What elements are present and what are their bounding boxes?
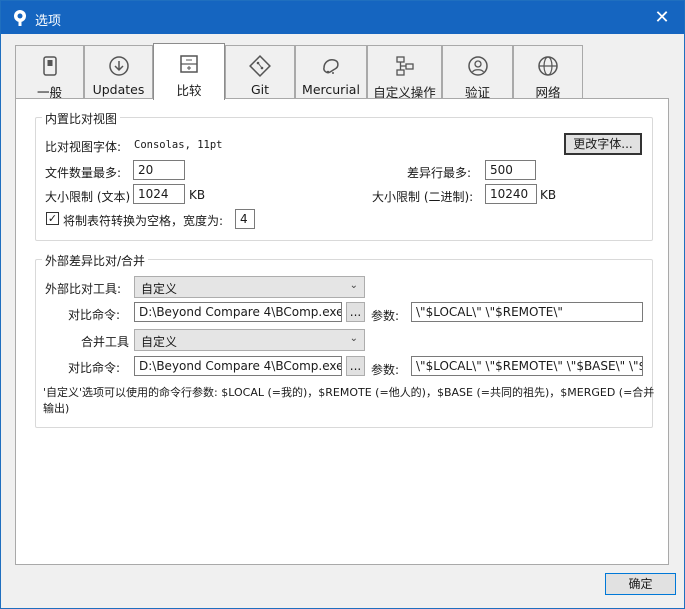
size-limit-binary-input[interactable]: 10240 (485, 184, 537, 204)
options-window: 选项 ✕ 一般 Updates 比较 Git Mercurial 自定义操作 验… (0, 0, 685, 609)
window-title: 选项 (35, 14, 62, 29)
tab-network[interactable]: 网络 (513, 45, 583, 100)
builtin-compare-group: 内置比对视图 比对视图字体: Consolas, 11pt 更改字体... 文件… (35, 110, 653, 241)
tab-convert-checkbox[interactable]: ✓ (46, 212, 59, 225)
merge-command-label: 对比命令: (68, 361, 121, 375)
diff-command-browse-button[interactable]: ... (346, 302, 365, 322)
size-limit-binary-label: 大小限制 (二进制): (372, 190, 474, 204)
title-bar: 选项 ✕ (1, 1, 684, 34)
git-icon (249, 55, 271, 77)
diff-args-input[interactable]: \"$LOCAL\" \"$REMOTE\" (411, 302, 643, 322)
size-limit-text-input[interactable]: 1024 (133, 184, 185, 204)
close-icon: ✕ (654, 7, 670, 28)
tab-compare[interactable]: 比较 (153, 43, 225, 100)
external-diff-group: 外部差异比对/合并 外部比对工具: 自定义 ⌄ 对比命令: D:\Beyond … (35, 252, 655, 428)
merge-args-input[interactable]: \"$LOCAL\" \"$REMOTE\" \"$BASE\" \"$ (411, 356, 643, 376)
tab-compare-label: 比较 (176, 83, 202, 98)
tab-auth[interactable]: 验证 (442, 45, 513, 100)
chevron-down-icon: ⌄ (349, 280, 358, 291)
diff-tool-label: 外部比对工具: (45, 282, 122, 296)
diff-command-label: 对比命令: (68, 308, 121, 322)
merge-tool-select[interactable]: 自定义 ⌄ (134, 329, 365, 351)
globe-icon (538, 56, 558, 76)
flow-icon (395, 56, 414, 76)
checkmark-icon: ✓ (47, 212, 58, 225)
merge-command-input[interactable]: D:\Beyond Compare 4\BComp.exe (134, 356, 342, 376)
tab-convert-label: 将制表符转换为空格，宽度为: (63, 214, 224, 228)
help-text-line2: 输出) (43, 402, 70, 415)
tab-width-input[interactable]: 4 (235, 209, 255, 229)
external-group-title: 外部差异比对/合并 (42, 252, 149, 269)
max-diff-lines-input[interactable]: 500 (485, 160, 536, 180)
merge-tool-label: 合并工具 (81, 335, 130, 349)
merge-command-browse-button[interactable]: ... (346, 356, 365, 376)
tab-git-label: Git (250, 82, 270, 97)
max-files-label: 文件数量最多: (45, 166, 122, 180)
size-limit-binary-unit: KB (540, 188, 557, 202)
max-diff-lines-label: 差异行最多: (407, 166, 472, 180)
tab-git[interactable]: Git (225, 45, 295, 99)
diff-tool-value: 自定义 (141, 282, 178, 296)
download-icon (108, 56, 129, 76)
diff-args-label: 参数: (371, 309, 400, 323)
builtin-group-title: 内置比对视图 (42, 110, 121, 127)
switch-icon (42, 56, 57, 76)
tab-mercurial[interactable]: Mercurial (295, 45, 367, 99)
tab-mercurial-label: Mercurial (302, 82, 360, 97)
compare-icon (180, 55, 198, 73)
chevron-down-icon: ⌄ (349, 333, 358, 344)
tab-custom-actions[interactable]: 自定义操作 (367, 45, 442, 100)
change-font-button[interactable]: 更改字体... (564, 133, 642, 155)
compare-settings-panel: 内置比对视图 比对视图字体: Consolas, 11pt 更改字体... 文件… (15, 98, 669, 565)
font-value: Consolas, 11pt (134, 139, 223, 151)
merge-args-label: 参数: (371, 363, 400, 377)
ok-button[interactable]: 确定 (605, 573, 676, 595)
merge-tool-value: 自定义 (141, 335, 178, 349)
max-files-input[interactable]: 20 (133, 160, 185, 180)
tab-updates-label: Updates (92, 82, 145, 97)
diff-command-input[interactable]: D:\Beyond Compare 4\BComp.exe (134, 302, 342, 322)
diff-tool-select[interactable]: 自定义 ⌄ (134, 276, 365, 298)
user-icon (467, 56, 488, 76)
tab-general[interactable]: 一般 (15, 45, 84, 100)
size-limit-text-unit: KB (189, 188, 206, 202)
size-limit-text-label: 大小限制 (文本) (45, 190, 131, 204)
mercurial-icon (323, 59, 339, 74)
font-label: 比对视图字体: (45, 140, 122, 154)
tab-updates[interactable]: Updates (84, 45, 153, 99)
close-button[interactable]: ✕ (640, 1, 684, 34)
sourcetree-logo-icon (14, 10, 26, 26)
help-text-line1: '自定义'选项可以使用的命令行参数: $LOCAL (=我的)，$REMOTE … (43, 386, 655, 399)
